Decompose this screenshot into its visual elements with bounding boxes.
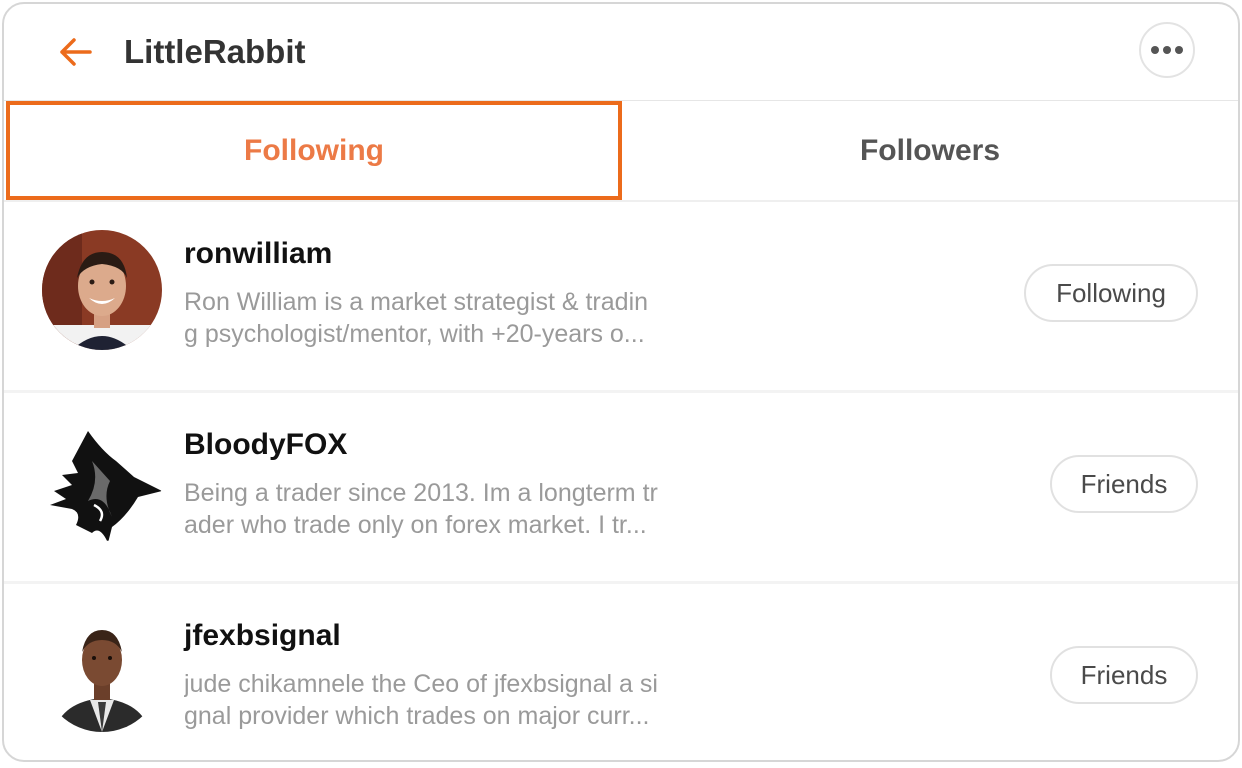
avatar[interactable] — [42, 421, 162, 541]
person-photo-avatar — [42, 612, 162, 732]
bio-line: jude chikamnele the Ceo of jfexbsignal a… — [184, 670, 658, 698]
header: LittleRabbit — [4, 4, 1238, 101]
friends-button[interactable]: Friends — [1050, 455, 1198, 513]
bio-line: Ron William is a market strategist & tra… — [184, 288, 649, 316]
arrow-left-icon — [60, 38, 92, 66]
avatar[interactable] — [42, 612, 162, 732]
more-button[interactable] — [1139, 22, 1195, 78]
username[interactable]: jfexbsignal — [184, 618, 341, 654]
tab-bar: Following Followers — [4, 101, 1238, 202]
username[interactable]: BloodyFOX — [184, 427, 347, 463]
bio-line: Being a trader since 2013. Im a longterm… — [184, 479, 658, 507]
back-button[interactable] — [54, 30, 98, 74]
user-bio: Ron William is a market strategist & tra… — [184, 286, 740, 350]
bio-line: ader who trade only on forex market. I t… — [184, 511, 647, 539]
user-bio: Being a trader since 2013. Im a longterm… — [184, 477, 740, 541]
fox-logo-avatar — [42, 421, 162, 541]
more-horizontal-icon — [1151, 46, 1183, 54]
app-window: LittleRabbit Following Followers ronwill… — [2, 2, 1240, 762]
list-item[interactable]: BloodyFOX Being a trader since 2013. Im … — [4, 393, 1238, 584]
tab-followers-label: Followers — [859, 133, 1001, 167]
tab-following[interactable]: Following — [6, 101, 622, 200]
username[interactable]: ronwilliam — [184, 236, 332, 272]
page-title: LittleRabbit — [124, 33, 306, 70]
avatar[interactable] — [42, 230, 162, 350]
list-item[interactable]: jfexbsignal jude chikamnele the Ceo of j… — [4, 584, 1238, 760]
user-bio: jude chikamnele the Ceo of jfexbsignal a… — [184, 668, 740, 732]
list-item[interactable]: ronwilliam Ron William is a market strat… — [4, 202, 1238, 393]
person-photo-avatar — [42, 230, 162, 350]
tab-following-label: Following — [244, 133, 384, 167]
bio-line: gnal provider which trades on major curr… — [184, 702, 650, 730]
bio-line: g psychologist/mentor, with +20-years o.… — [184, 320, 645, 348]
friends-button[interactable]: Friends — [1050, 646, 1198, 704]
user-list: ronwilliam Ron William is a market strat… — [4, 202, 1238, 760]
tab-followers[interactable]: Followers — [622, 101, 1238, 200]
following-button[interactable]: Following — [1024, 264, 1198, 322]
